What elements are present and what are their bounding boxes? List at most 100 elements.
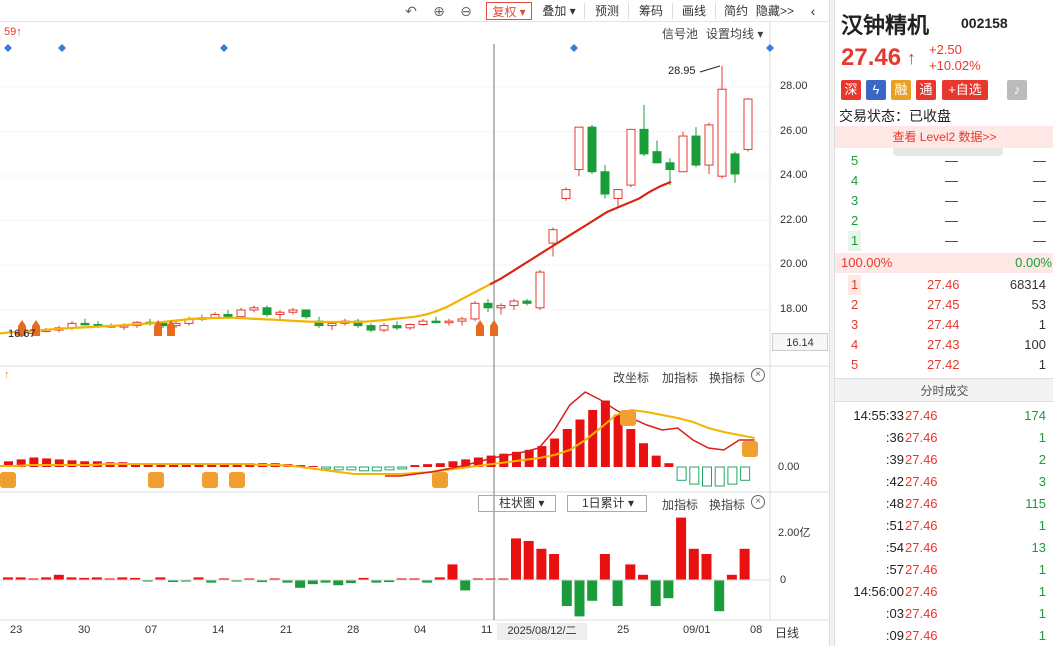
volume-bar xyxy=(701,554,712,580)
chart-type-select[interactable]: 柱状图 ▾ xyxy=(478,495,556,512)
macd-bar xyxy=(664,463,674,467)
sell-level-row[interactable]: 4 — — xyxy=(835,171,1053,191)
macd-bar xyxy=(270,463,280,467)
ma-line-yellow xyxy=(0,180,672,335)
diejia-button[interactable]: 叠加 ▾ xyxy=(538,2,580,20)
macd-bar xyxy=(232,463,242,467)
choumu-button[interactable]: 筹码 xyxy=(634,2,668,20)
candle-body xyxy=(145,321,155,325)
kline-svg[interactable] xyxy=(0,0,830,646)
jia-zhibiao-link[interactable]: 加指标 xyxy=(662,369,698,386)
add-fav-button[interactable]: +自选 xyxy=(942,80,988,100)
low-label: 16.67 xyxy=(8,328,36,340)
badge-shen[interactable]: 深 xyxy=(841,80,861,100)
volume-bar xyxy=(523,541,534,580)
signal-pool-link[interactable]: 信号池 xyxy=(662,25,698,42)
volume-bar xyxy=(536,548,547,580)
sell-level-row[interactable]: 5 — — xyxy=(835,151,1053,171)
volume-bar xyxy=(231,580,242,582)
rocket-icon xyxy=(167,320,175,336)
volume-bar xyxy=(168,580,179,583)
buy-level-row[interactable]: 1 27.46 68314 xyxy=(835,275,1053,295)
volume-bar xyxy=(599,554,610,580)
zoom-out-icon[interactable]: ⊖ xyxy=(457,2,475,20)
volume-bar xyxy=(53,574,64,580)
volume-bar xyxy=(434,577,445,580)
yincang-button[interactable]: 隐藏>> xyxy=(755,2,795,20)
x-tick-label: 07 xyxy=(145,624,158,636)
macd-bar xyxy=(207,464,217,467)
macd-bar xyxy=(169,464,179,467)
kline-chart-area[interactable]: ↶ ⊕ ⊖ 复权 ▾ 叠加 ▾ 预测 筹码 画线 简约 隐藏>> ‹ 59↑ 信… xyxy=(0,0,830,646)
candle-body xyxy=(301,309,311,318)
tick-row: :36 27.46 1 xyxy=(885,430,1046,445)
vol-huan-zhibiao-link[interactable]: 换指标 xyxy=(709,496,745,513)
macd-bar xyxy=(105,462,115,467)
macd-bar xyxy=(435,463,445,467)
volume-bar xyxy=(206,580,217,583)
close-indicator-icon[interactable]: × xyxy=(751,368,765,382)
macd-bar xyxy=(499,453,509,467)
sell-level-row[interactable]: 2 — — xyxy=(835,211,1053,231)
macd-bar xyxy=(600,400,610,467)
volume-bar xyxy=(688,548,699,580)
huaxian-button[interactable]: 画线 xyxy=(677,2,711,20)
volume-bar xyxy=(650,580,661,606)
chevron-left-icon[interactable]: ‹ xyxy=(806,2,820,20)
macd-bar xyxy=(258,463,267,467)
yuce-button[interactable]: 预测 xyxy=(590,2,624,20)
macd-bar xyxy=(131,463,140,467)
zoom-in-icon[interactable]: ⊕ xyxy=(430,2,448,20)
ma-setting-link[interactable]: 设置均线 ▾ xyxy=(706,25,763,42)
macd-bar xyxy=(512,451,521,467)
volume-bar xyxy=(79,577,90,580)
candle-body xyxy=(405,323,415,329)
volume-bar xyxy=(269,578,280,580)
volume-bar xyxy=(371,580,382,583)
candle-body xyxy=(314,320,324,327)
candle-body xyxy=(535,271,545,309)
badge-tong[interactable]: 通 xyxy=(916,80,936,100)
macd-bar xyxy=(537,446,547,467)
jiancao-button[interactable]: 简约 xyxy=(719,2,753,20)
candle-body xyxy=(41,329,51,333)
undo-icon[interactable]: ↶ xyxy=(402,2,420,20)
sell-level-row[interactable]: 3 — — xyxy=(835,191,1053,211)
macd-bar xyxy=(29,457,39,467)
candle-body xyxy=(353,320,363,327)
macd-bar xyxy=(702,466,712,487)
vol-y-zero: 0 xyxy=(780,574,787,586)
macd-bar xyxy=(283,464,293,467)
buy-level-row[interactable]: 4 27.43 100 xyxy=(835,335,1053,355)
level2-link[interactable]: 查看 Level2 数据>> xyxy=(835,126,1053,148)
tick-row: :03 27.46 1 xyxy=(885,606,1046,621)
indicator-line-red xyxy=(385,391,755,477)
buy-level-row[interactable]: 2 27.45 53 xyxy=(835,295,1053,315)
price-change: +2.50 +10.02% xyxy=(929,42,981,73)
volume-bar xyxy=(15,577,26,580)
gai-zuobiao-link[interactable]: 改坐标 xyxy=(613,369,649,386)
sell-level-row[interactable]: 1 — — xyxy=(835,231,1053,251)
candle-body xyxy=(704,124,714,166)
period-label[interactable]: 日线 xyxy=(775,624,799,641)
y-tick-label: 20.00 xyxy=(780,258,808,270)
macd-bar xyxy=(4,461,13,467)
accumulate-select[interactable]: 1日累计 ▾ xyxy=(567,495,647,512)
bell-icon[interactable]: ♪ xyxy=(1007,80,1027,100)
x-tick-label: 23 xyxy=(10,624,23,636)
volume-bar xyxy=(91,577,102,580)
fuquan-button[interactable]: 复权 ▾ xyxy=(486,2,532,20)
vol-jia-zhibiao-link[interactable]: 加指标 xyxy=(662,496,698,513)
macd-bar xyxy=(423,464,433,467)
volume-bar xyxy=(676,517,687,580)
candle-body xyxy=(132,321,142,327)
buy-level-row[interactable]: 5 27.42 1 xyxy=(835,355,1053,375)
close-volume-icon[interactable]: × xyxy=(751,495,765,509)
huan-zhibiao-link[interactable]: 换指标 xyxy=(709,369,745,386)
x-marker-icon xyxy=(432,472,448,488)
peak-arrow xyxy=(699,65,721,73)
macd-bar xyxy=(676,466,687,481)
buy-level-row[interactable]: 3 27.44 1 xyxy=(835,315,1053,335)
badge-rong[interactable]: 融 xyxy=(891,80,911,100)
lightning-icon[interactable]: ϟ xyxy=(866,80,886,100)
